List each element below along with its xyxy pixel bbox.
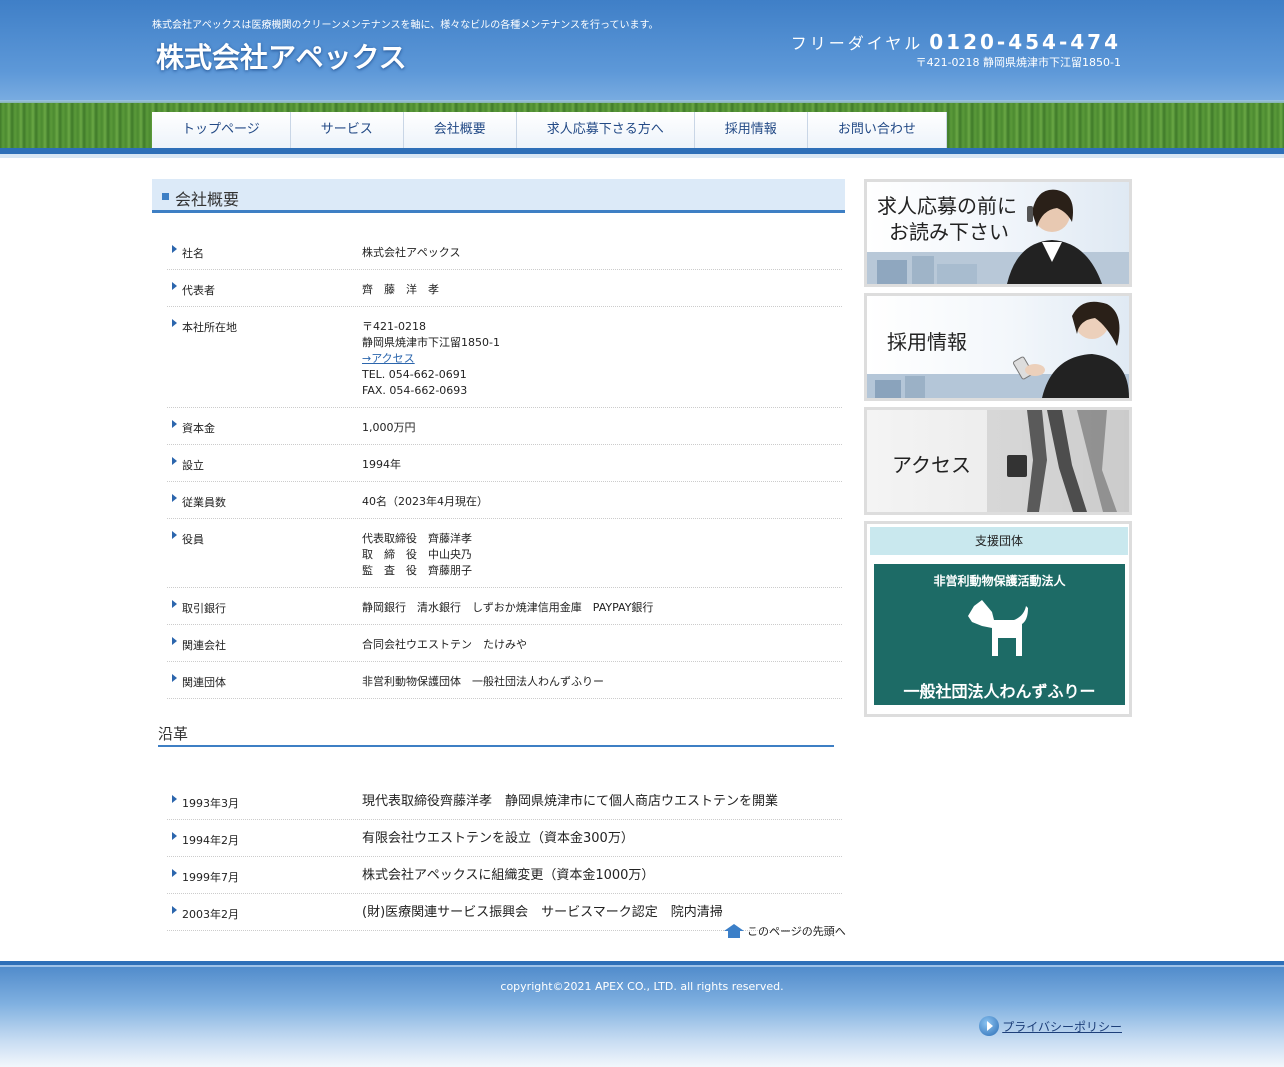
- triangle-right-icon: [172, 795, 177, 803]
- triangle-right-icon: [172, 637, 177, 645]
- support-organization-box: 支援団体 非営利動物保護活動法人 一般社団法人わんずふりー: [864, 521, 1132, 717]
- support-name: 一般社団法人わんずふりー: [903, 682, 1096, 701]
- site-logo[interactable]: 株式会社アペックス: [156, 36, 407, 76]
- company-row-officers: 役員 代表取締役 齊藤洋孝 取 締 役 中山央乃 監 査 役 齊藤朋子: [167, 519, 842, 588]
- company-row-banks: 取引銀行 静岡銀行 清水銀行 しずおか焼津信用金庫 PAYPAY銀行: [167, 588, 842, 625]
- site-tagline: 株式会社アペックスは医療機関のクリーンメンテナンスを軸に、様々なビルの各種メンテ…: [152, 20, 659, 31]
- company-row-representative: 代表者 齊 藤 洋 孝: [167, 270, 842, 307]
- history-date: 1994年2月: [182, 834, 239, 847]
- main-content: 会社概要 社名 株式会社アペックス 代表者 齊 藤 洋 孝 本社所在地 〒421…: [152, 179, 846, 938]
- triangle-right-icon: [172, 674, 177, 682]
- triangle-right-icon: [172, 282, 177, 290]
- nav-item-top[interactable]: トップページ: [152, 112, 291, 148]
- row-label: 関連会社: [182, 639, 226, 652]
- row-value: 株式会社アペックス: [362, 246, 461, 259]
- history-text: 有限会社ウエストテンを設立（資本金300万）: [362, 831, 634, 846]
- history-text: 株式会社アペックスに組織変更（資本金1000万）: [362, 868, 655, 883]
- row-value: 合同会社ウエストテン たけみや: [362, 638, 527, 651]
- triangle-right-icon: [172, 457, 177, 465]
- privacy-policy-text[interactable]: プライバシーポリシー: [1002, 1018, 1122, 1035]
- company-row-capital: 資本金 1,000万円: [167, 408, 842, 445]
- house-arrow-icon: [724, 924, 744, 938]
- triangle-right-icon: [172, 531, 177, 539]
- header-divider-light: [0, 154, 1284, 158]
- row-label: 社名: [182, 247, 204, 260]
- banner-text: 採用情報: [887, 330, 967, 354]
- row-value: 非営利動物保護団体 一般社団法人わんずふりー: [362, 675, 604, 688]
- banner-text-line2: お読み下さい: [889, 220, 1009, 244]
- nav-item-recruit[interactable]: 採用情報: [695, 112, 808, 148]
- site-footer: copyright©2021 APEX CO., LTD. all rights…: [0, 961, 1284, 1067]
- nav-item-company[interactable]: 会社概要: [404, 112, 517, 148]
- triangle-right-icon: [172, 245, 177, 253]
- privacy-policy-link[interactable]: プライバシーポリシー: [979, 1016, 1122, 1036]
- history-row: 1994年2月 有限会社ウエストテンを設立（資本金300万）: [167, 820, 842, 857]
- footer-divider-light: [0, 965, 1284, 967]
- row-value: 齊 藤 洋 孝: [362, 283, 439, 296]
- row-label: 設立: [182, 459, 204, 472]
- row-label: 役員: [182, 533, 204, 546]
- circle-arrow-icon: [979, 1016, 1000, 1036]
- row-value: 1,000万円: [362, 421, 416, 434]
- triangle-right-icon: [172, 600, 177, 608]
- triangle-right-icon: [172, 906, 177, 914]
- triangle-right-icon: [172, 832, 177, 840]
- triangle-right-icon: [172, 494, 177, 502]
- nav-item-service[interactable]: サービス: [291, 112, 404, 148]
- page-top-link[interactable]: このページの先頭へ: [724, 923, 846, 939]
- phone-label: フリーダイヤル: [790, 34, 924, 53]
- history-date: 1999年7月: [182, 871, 239, 884]
- row-label: 取引銀行: [182, 602, 226, 615]
- company-row-organizations: 関連団体 非営利動物保護団体 一般社団法人わんずふりー: [167, 662, 842, 699]
- row-label: 従業員数: [182, 496, 226, 509]
- header-address: 〒421-0218 静岡県焼津市下江留1850-1: [915, 56, 1121, 69]
- history-row: 1999年7月 株式会社アペックスに組織変更（資本金1000万）: [167, 857, 842, 894]
- triangle-right-icon: [172, 420, 177, 428]
- history-date: 1993年3月: [182, 797, 239, 810]
- history-heading: 沿革: [158, 719, 834, 747]
- history-text: 現代表取締役齊藤洋孝 静岡県焼津市にて個人商店ウエストテンを開業: [362, 794, 779, 809]
- phone-number: 0120-454-474: [929, 30, 1121, 54]
- row-value: 静岡銀行 清水銀行 しずおか焼津信用金庫 PAYPAY銀行: [362, 601, 654, 614]
- company-row-affiliates: 関連会社 合同会社ウエストテン たけみや: [167, 625, 842, 662]
- triangle-right-icon: [172, 319, 177, 327]
- row-value: 代表取締役 齊藤洋孝 取 締 役 中山央乃 監 査 役 齊藤朋子: [362, 532, 472, 577]
- company-row-address: 本社所在地 〒421-0218 静岡県焼津市下江留1850-1 →アクセス TE…: [167, 307, 842, 408]
- nav-item-contact[interactable]: お問い合わせ: [808, 112, 947, 148]
- row-value: 1994年: [362, 458, 401, 471]
- phone-block: フリーダイヤル 0120-454-474: [791, 30, 1121, 54]
- row-label: 本社所在地: [182, 321, 237, 334]
- row-value: 40名（2023年4月現在）: [362, 495, 488, 508]
- banner-recruit[interactable]: 採用情報: [864, 293, 1132, 401]
- row-label: 関連団体: [182, 676, 226, 689]
- banner-text-line1: 求人応募の前に: [877, 194, 1017, 218]
- row-label: 資本金: [182, 422, 215, 435]
- triangle-right-icon: [172, 869, 177, 877]
- company-row-founded: 設立 1994年: [167, 445, 842, 482]
- banner-access[interactable]: アクセス: [864, 407, 1132, 515]
- page-title-bar: 会社概要: [152, 179, 845, 213]
- page-title: 会社概要: [175, 190, 240, 209]
- support-heading: 支援団体: [870, 527, 1128, 555]
- row-label: 代表者: [182, 284, 215, 297]
- history-text: (財)医療関連サービス振興会 サービスマーク認定 院内清掃: [362, 905, 723, 920]
- history-row: 1993年3月 現代表取締役齊藤洋孝 静岡県焼津市にて個人商店ウエストテンを開業: [167, 783, 842, 820]
- banner-read-before-apply[interactable]: 求人応募の前に お読み下さい: [864, 179, 1132, 287]
- square-bullet-icon: [162, 193, 169, 200]
- dog-icon: [968, 600, 1028, 656]
- global-nav: トップページ サービス 会社概要 求人応募下さる方へ 採用情報 お問い合わせ: [152, 112, 947, 148]
- nav-item-applicants[interactable]: 求人応募下さる方へ: [517, 112, 695, 148]
- banner-text: アクセス: [892, 453, 971, 477]
- row-value: 〒421-0218 静岡県焼津市下江留1850-1 →アクセス TEL. 054…: [362, 320, 500, 397]
- company-row-employees: 従業員数 40名（2023年4月現在）: [167, 482, 842, 519]
- support-subtitle: 非営利動物保護活動法人: [933, 574, 1066, 588]
- copyright-text: copyright©2021 APEX CO., LTD. all rights…: [500, 980, 784, 993]
- history-date: 2003年2月: [182, 908, 239, 921]
- company-row-name: 社名 株式会社アペックス: [167, 233, 842, 270]
- wansfree-banner[interactable]: 非営利動物保護活動法人 一般社団法人わんずふりー: [874, 564, 1125, 705]
- access-link[interactable]: →アクセス: [362, 352, 415, 365]
